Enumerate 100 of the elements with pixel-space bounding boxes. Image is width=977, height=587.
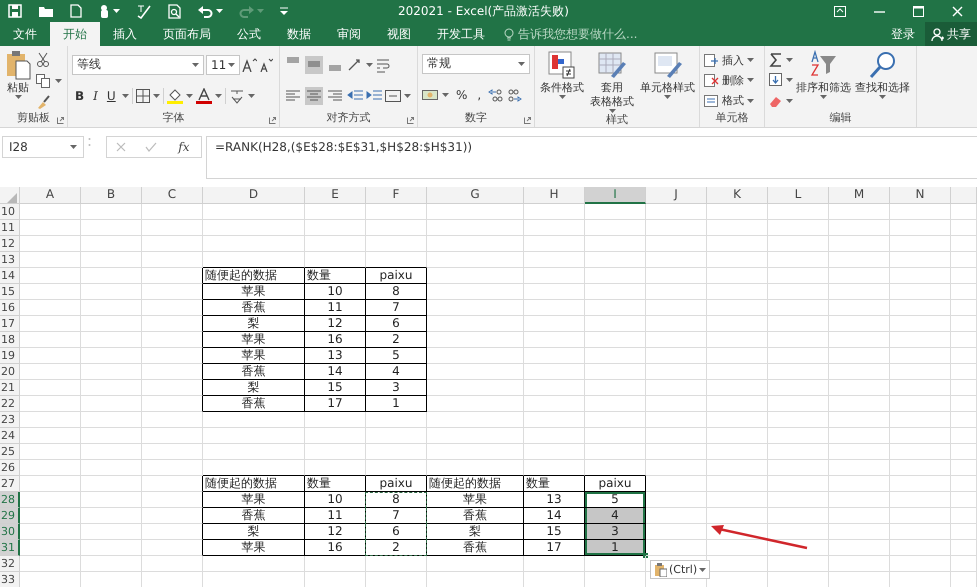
column-header[interactable]: E (305, 187, 366, 204)
sign-in-link[interactable]: 登录 (891, 22, 915, 46)
menu-tab[interactable]: 数据 (274, 22, 324, 46)
horizontal-align-icon[interactable] (305, 87, 323, 106)
caret-icon[interactable] (786, 58, 793, 62)
cells-menu-button[interactable]: 插入 (704, 50, 754, 70)
caret-icon[interactable] (664, 95, 671, 99)
table-cell[interactable]: 梨 (203, 380, 305, 396)
column-header[interactable]: H (524, 187, 585, 204)
table-cell[interactable]: 10 (305, 492, 366, 508)
row-header[interactable]: 13 (0, 252, 20, 268)
table-cell[interactable]: 香蕉 (427, 508, 524, 524)
table-cell[interactable]: 16 (305, 332, 366, 348)
row-header[interactable]: 14 (0, 268, 20, 284)
select-all-triangle-icon[interactable] (7, 193, 17, 203)
table-cell[interactable]: 12 (305, 316, 366, 332)
table-cell[interactable]: 苹果 (203, 348, 305, 364)
table-cell[interactable]: 3 (585, 524, 646, 540)
row-header[interactable]: 11 (0, 220, 20, 236)
table-cell[interactable]: 5 (366, 348, 427, 364)
caret-icon[interactable] (699, 568, 706, 572)
table-cell[interactable]: 7 (366, 300, 427, 316)
caret-icon[interactable] (747, 58, 754, 62)
table-cell[interactable]: 17 (305, 396, 366, 412)
caret-icon[interactable] (366, 62, 373, 67)
column-header[interactable]: B (81, 187, 142, 204)
table-cell[interactable]: 8 (366, 284, 427, 300)
decrease-font-size-icon[interactable] (259, 58, 273, 72)
caret-icon[interactable] (786, 98, 793, 103)
copy-icon[interactable] (36, 74, 50, 88)
caret-icon[interactable] (192, 62, 199, 67)
italic-button[interactable]: I (90, 86, 101, 106)
table-cell[interactable]: 13 (524, 492, 585, 508)
row-header[interactable]: 21 (0, 380, 20, 396)
table-cell[interactable]: 苹果 (427, 492, 524, 508)
caret-icon[interactable] (214, 94, 222, 98)
merge-cells-icon[interactable] (385, 88, 401, 104)
worksheet-cell[interactable] (142, 508, 203, 524)
table-cell[interactable]: 数量 (524, 476, 585, 492)
worksheet-cell[interactable] (142, 284, 203, 300)
phonetic-guide-icon[interactable] (228, 88, 245, 104)
percent-button[interactable]: % (453, 85, 470, 106)
caret-icon[interactable] (152, 94, 160, 98)
table-cell[interactable]: 10 (305, 284, 366, 300)
worksheet-cell[interactable] (142, 364, 203, 380)
wrap-text-icon[interactable] (376, 56, 392, 73)
row-header[interactable]: 28 (0, 492, 20, 508)
worksheet-cell[interactable] (142, 268, 203, 284)
table-cell[interactable]: 苹果 (203, 332, 305, 348)
row-header[interactable]: 29 (0, 508, 20, 524)
table-cell[interactable]: 梨 (203, 316, 305, 332)
page-icon[interactable] (70, 4, 82, 18)
cancel-icon[interactable] (116, 142, 126, 152)
worksheet-cell[interactable] (142, 348, 203, 364)
row-header[interactable]: 18 (0, 332, 20, 348)
redo-icon[interactable] (239, 4, 254, 18)
tell-me-field[interactable]: 告诉我您想要做什么... (504, 22, 891, 46)
worksheet-cell[interactable] (142, 380, 203, 396)
table-cell[interactable]: 4 (366, 364, 427, 380)
table-cell[interactable]: 12 (305, 524, 366, 540)
caret-icon[interactable] (558, 95, 566, 99)
column-header[interactable]: J (646, 187, 707, 204)
column-header[interactable]: K (707, 187, 768, 204)
table-cell[interactable]: 16 (305, 540, 366, 556)
table-cell[interactable]: 8 (366, 492, 427, 508)
style-gallery-button[interactable]: 套用 表格格式 (589, 50, 635, 113)
decrease-decimal-icon[interactable] (507, 87, 522, 104)
row-header[interactable]: 24 (0, 428, 20, 444)
caret-icon[interactable] (122, 94, 129, 98)
worksheet-cell[interactable] (142, 492, 203, 508)
folder-icon[interactable] (38, 4, 54, 18)
caret-icon[interactable] (518, 62, 525, 66)
font-name-dropdown[interactable]: 等线 (72, 54, 204, 75)
checkmark-icon[interactable] (145, 142, 158, 152)
row-header[interactable]: 23 (0, 412, 20, 428)
table-cell[interactable]: 1 (366, 396, 427, 412)
caret-icon[interactable] (14, 95, 22, 99)
caret-icon[interactable] (248, 94, 255, 98)
row-header[interactable]: 12 (0, 236, 20, 252)
fill-down-icon[interactable] (769, 73, 783, 88)
caret-icon[interactable] (55, 79, 62, 84)
table-cell[interactable]: 2 (366, 540, 427, 556)
table-cell[interactable]: 随便起的数据 (203, 476, 305, 492)
vertical-align-icon[interactable] (305, 56, 323, 74)
table-cell[interactable]: 7 (366, 508, 427, 524)
column-header[interactable]: I (585, 187, 646, 204)
insert-function-button[interactable]: fx (176, 140, 192, 154)
worksheet-cell[interactable] (142, 300, 203, 316)
row-header[interactable]: 20 (0, 364, 20, 380)
table-cell[interactable]: 11 (305, 300, 366, 316)
row-header[interactable]: 25 (0, 444, 20, 460)
dialog-launcher-icon[interactable] (57, 117, 64, 124)
table-cell[interactable]: 梨 (203, 524, 305, 540)
row-header[interactable]: 16 (0, 300, 20, 316)
table-cell[interactable]: 香蕉 (203, 508, 305, 524)
paintbrush-icon[interactable] (36, 94, 50, 109)
column-header[interactable]: N (890, 187, 951, 204)
column-header[interactable]: A (20, 187, 81, 204)
dialog-launcher-icon[interactable] (407, 117, 414, 124)
cells-menu-button[interactable]: 格式 (704, 91, 754, 110)
